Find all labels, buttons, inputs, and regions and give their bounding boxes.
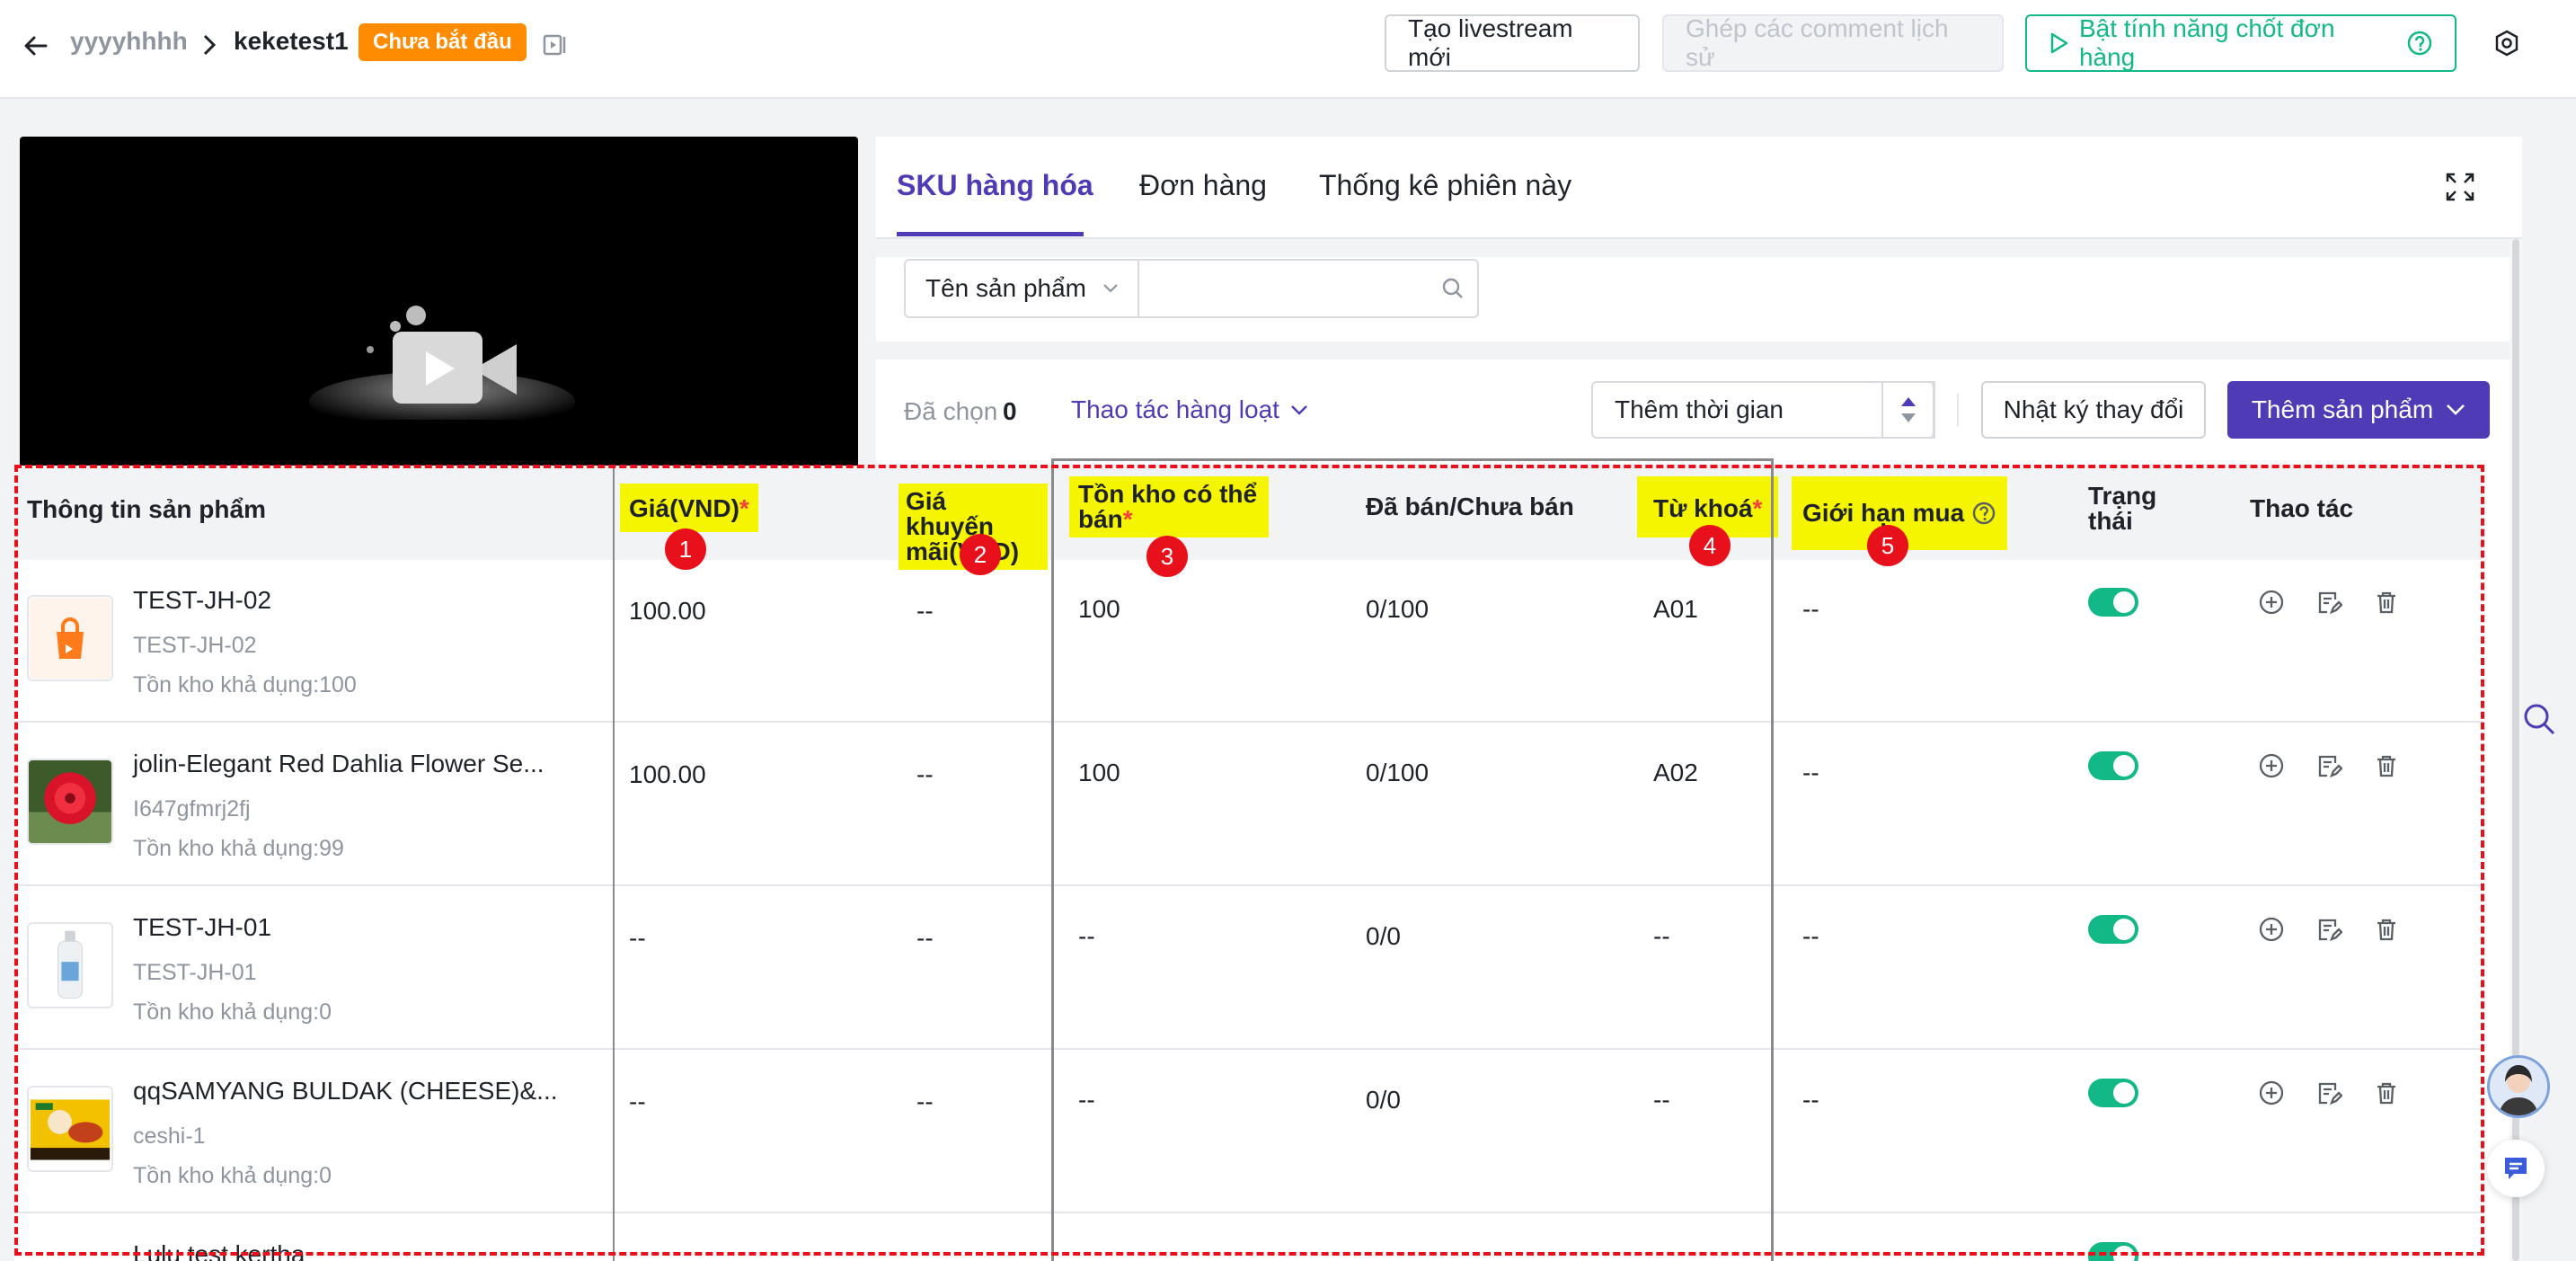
camera-placeholder-icon [309,306,575,420]
add-product-label: Thêm sản phẩm [2251,395,2434,423]
tab-statistics[interactable]: Thống kê phiên này [1319,169,1571,202]
section-gap [876,342,2510,360]
sort-icon [1900,397,1916,422]
filter-field-label: Tên sản phẩm [925,274,1086,302]
chevron-down-icon [2447,404,2465,415]
filter-field-select[interactable]: Tên sản phẩm [904,259,1139,318]
help-icon[interactable] [2406,30,2433,57]
bulk-action-dropdown[interactable]: Thao tác hàng loạt [1071,395,1308,424]
divider [1957,394,1959,426]
chat-icon[interactable] [2487,1140,2545,1197]
selected-count: 0 [1003,397,1017,425]
search-icon[interactable] [2519,699,2559,739]
time-select-label: Thêm thời gian [1615,395,1784,423]
enable-order-close-label: Bật tính năng chốt đơn hàng [2078,14,2335,71]
active-tab-indicator [897,232,1084,236]
tab-sku[interactable]: SKU hàng hóa [897,169,1093,202]
chevron-down-icon [1291,405,1307,415]
play-icon [2050,32,2068,54]
annotation-dashed-frame [14,465,2484,1256]
breadcrumb-current: keketest1 [234,27,349,55]
fullscreen-icon[interactable] [2440,167,2480,207]
status-badge: Chưa bắt đầu [359,23,527,61]
bulk-action-label: Thao tác hàng loạt [1071,395,1279,423]
enable-order-close-button[interactable]: Bật tính năng chốt đơn hàng [2025,14,2456,72]
search-icon[interactable] [1438,273,1468,304]
add-product-button[interactable]: Thêm sản phẩm [2227,381,2490,439]
breadcrumb-parent[interactable]: yyyyhhhh [70,27,188,56]
video-player[interactable] [20,137,858,469]
tab-orders[interactable]: Đơn hàng [1139,169,1267,202]
back-arrow-icon[interactable] [18,28,54,64]
chevron-right-icon [196,27,223,63]
tab-bar [876,137,2522,239]
support-avatar[interactable] [2487,1055,2550,1118]
search-input[interactable] [1141,261,1429,316]
chevron-down-icon [1103,284,1118,293]
settings-icon[interactable] [2489,25,2525,61]
video-preview-icon[interactable] [537,27,573,63]
section-gap [876,239,2522,257]
new-livestream-button[interactable]: Tạo livestream mới [1385,14,1640,72]
selected-label: Đã chọn [904,397,998,425]
change-log-button[interactable]: Nhật ký thay đổi [1981,381,2206,439]
merge-comments-button[interactable]: Ghép các comment lịch sử [1662,14,2004,72]
sort-toggle[interactable] [1881,381,1934,439]
